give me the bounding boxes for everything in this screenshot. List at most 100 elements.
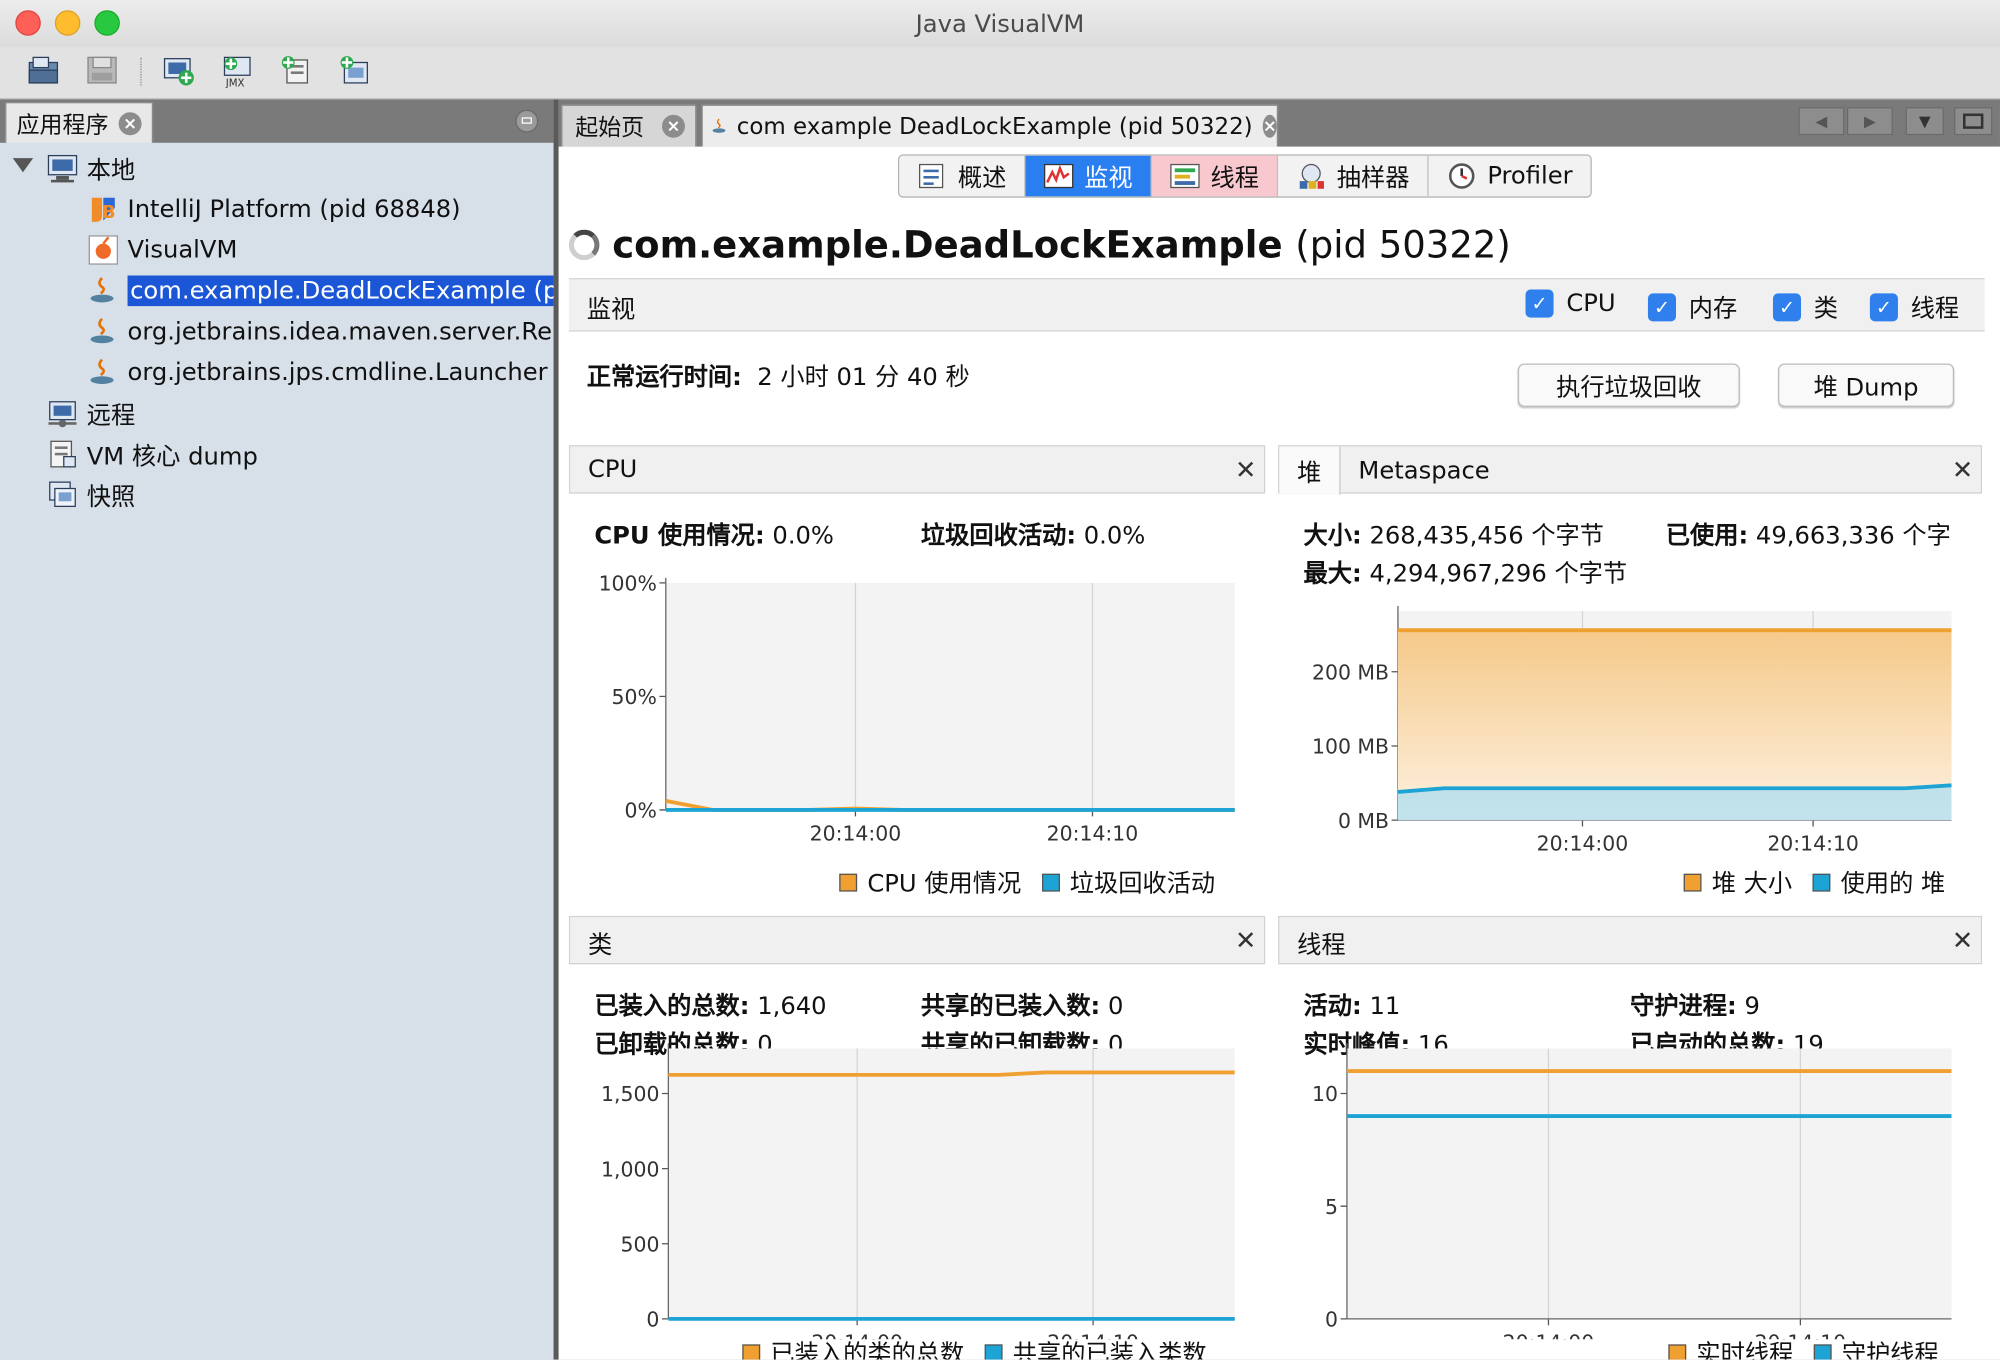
plot-background bbox=[668, 1048, 1235, 1319]
scroll-left-icon[interactable]: ◀ bbox=[1798, 107, 1845, 136]
add-snapshot-icon[interactable] bbox=[337, 52, 373, 88]
tab-metaspace[interactable]: Metaspace bbox=[1341, 446, 1508, 494]
tree-item-jps-launcher[interactable]: org.jetbrains.jps.cmdline.Launcher ( bbox=[87, 352, 554, 393]
maximize-icon[interactable] bbox=[1954, 107, 1993, 136]
cpu-checkbox[interactable]: ✓ CPU bbox=[1525, 289, 1616, 318]
chart-plot-area: 20:14:00 20:14:10 200 MB 100 MB 0 MB bbox=[1312, 605, 1952, 856]
threads-checkbox[interactable]: ✓ 线程 bbox=[1869, 290, 1960, 324]
shared-loaded-label: 共享的已装入数: bbox=[920, 992, 1101, 1021]
threads-checkbox-label: 线程 bbox=[1910, 294, 1960, 323]
monitor-icon bbox=[1044, 163, 1074, 189]
add-jmx-connection-icon[interactable]: JMX bbox=[219, 52, 255, 88]
tree-item-label: 本地 bbox=[86, 156, 136, 185]
tree-item-snapshots[interactable]: 快照 bbox=[46, 474, 135, 515]
subtab-threads[interactable]: 线程 bbox=[1151, 155, 1279, 197]
plot-background bbox=[1346, 1048, 1952, 1319]
heap-used-value: 49,663,336 个字 bbox=[1755, 521, 1951, 550]
applications-panel-header: 应用程序 × bbox=[0, 99, 554, 145]
tab-list-icon[interactable]: ▼ bbox=[1905, 107, 1944, 136]
close-icon[interactable]: ✕ bbox=[1952, 925, 1973, 956]
y-tick-label: 100 MB bbox=[1312, 735, 1389, 759]
add-remote-icon[interactable] bbox=[278, 52, 314, 88]
process-pid: (pid 50322) bbox=[1295, 223, 1511, 267]
heap-panel: 堆 Metaspace ✕ 大小: 268,435,456 个字节 已使用: 4… bbox=[1278, 445, 1983, 907]
open-icon[interactable] bbox=[26, 52, 62, 88]
tree-item-deadlock-example[interactable]: com.example.DeadLockExample (pi bbox=[87, 270, 554, 311]
heap-size-label: 大小: bbox=[1303, 521, 1362, 550]
threads-legend: 实时线程 守护线程 bbox=[1648, 1335, 1939, 1360]
chart-plot-area: 20:14:0020:14:101050 bbox=[1312, 1043, 1952, 1339]
tree-item-remote[interactable]: 远程 bbox=[46, 393, 135, 434]
tab-applications[interactable]: 应用程序 × bbox=[5, 102, 154, 145]
legend-item: 已装入的类的总数 bbox=[742, 1335, 964, 1360]
subtab-sampler[interactable]: 抽样器 bbox=[1278, 155, 1429, 197]
java-icon bbox=[90, 358, 114, 384]
tab-start-page[interactable]: 起始页 × bbox=[561, 104, 697, 147]
scroll-right-icon[interactable]: ▶ bbox=[1846, 107, 1893, 136]
x-tick-label: 20:14:00 bbox=[810, 822, 902, 846]
close-icon[interactable]: ✕ bbox=[1235, 925, 1256, 956]
add-jmx-icon[interactable] bbox=[161, 52, 197, 88]
cpu-legend: CPU 使用情况 垃圾回收活动 bbox=[819, 865, 1215, 899]
profiler-icon bbox=[1449, 163, 1475, 189]
subtab-monitor-label: 监视 bbox=[1084, 163, 1133, 192]
tree-item-label: org.jetbrains.jps.cmdline.Launcher ( bbox=[127, 358, 554, 387]
tree-item-label: 远程 bbox=[86, 401, 136, 430]
java-icon bbox=[90, 317, 114, 344]
minimize-panel-icon[interactable] bbox=[515, 109, 539, 133]
y-tick-label: 10 bbox=[1312, 1082, 1338, 1106]
close-icon[interactable]: × bbox=[118, 112, 142, 136]
minimize-window-button[interactable] bbox=[54, 10, 81, 36]
threads-live-value: 11 bbox=[1369, 992, 1401, 1021]
shared-loaded-text: 共享的已装入数: 0 bbox=[921, 987, 1123, 1021]
memory-checkbox-label: 内存 bbox=[1688, 294, 1738, 323]
uptime-value: 2 小时 01 分 40 秒 bbox=[757, 363, 970, 392]
classes-loaded-text: 已装入的总数: 1,640 bbox=[594, 987, 826, 1021]
tab-heap[interactable]: 堆 bbox=[1279, 446, 1341, 495]
checkmark-icon: ✓ bbox=[1772, 292, 1802, 321]
subtab-overview[interactable]: 概述 bbox=[899, 155, 1026, 197]
tree-item-label: VM 核心 dump bbox=[86, 441, 258, 471]
classes-legend: 已装入的类的总数 共享的已装入类数 bbox=[722, 1335, 1207, 1360]
gc-activity-label: 垃圾回收活动: bbox=[920, 521, 1077, 550]
loading-spinner-icon bbox=[568, 229, 600, 261]
tree-item-vm-coredump[interactable]: VM 核心 dump bbox=[46, 434, 258, 475]
tree-item-local[interactable]: 本地 bbox=[46, 148, 135, 189]
close-icon[interactable]: × bbox=[1262, 114, 1277, 138]
close-window-button[interactable] bbox=[15, 10, 41, 36]
tree-expand-arrow-icon[interactable] bbox=[12, 158, 34, 173]
applications-tree: 本地 B IntelliJ Platform (pid 68848) Visua… bbox=[0, 142, 554, 1360]
y-tick-label: 50% bbox=[612, 685, 657, 709]
tree-item-visualvm[interactable]: VisualVM bbox=[87, 230, 238, 271]
subtab-sampler-label: 抽样器 bbox=[1336, 163, 1410, 192]
legend-item: CPU 使用情况 bbox=[839, 865, 1021, 899]
x-tick-label: 20:14:10 bbox=[1767, 832, 1859, 856]
close-icon[interactable]: × bbox=[661, 114, 685, 138]
threads-panel-title: 线程 bbox=[1297, 931, 1346, 960]
tab-deadlock-example[interactable]: com example DeadLockExample (pid 50322) … bbox=[701, 104, 1279, 147]
close-icon[interactable]: ✕ bbox=[1952, 454, 1973, 485]
tree-item-maven-server[interactable]: org.jetbrains.idea.maven.server.Rer bbox=[87, 311, 554, 352]
visualvm-window: Java VisualVM JMX 应用程序 × 本地 B IntelliJ P… bbox=[0, 0, 2000, 1360]
close-icon[interactable]: ✕ bbox=[1235, 454, 1256, 485]
legend-item: 堆 大小 bbox=[1683, 865, 1793, 899]
cpu-usage-value: 0.0% bbox=[772, 521, 834, 550]
page-title: com.example.DeadLockExample (pid 50322) bbox=[568, 223, 1511, 267]
chart-plot-area: 20:14:0020:14:101,5001,0005000 bbox=[601, 1043, 1235, 1339]
heap-dump-button[interactable]: 堆 Dump bbox=[1778, 363, 1955, 407]
tree-item-intellij[interactable]: B IntelliJ Platform (pid 68848) bbox=[87, 189, 461, 230]
save-icon[interactable] bbox=[84, 52, 120, 88]
zoom-window-button[interactable] bbox=[94, 10, 120, 36]
legend-label: 堆 大小 bbox=[1711, 869, 1793, 898]
memory-checkbox[interactable]: ✓ 内存 bbox=[1647, 290, 1738, 324]
heap-size-value: 268,435,456 个字节 bbox=[1369, 521, 1605, 550]
classes-checkbox[interactable]: ✓ 类 bbox=[1772, 290, 1838, 324]
perform-gc-button[interactable]: 执行垃圾回收 bbox=[1517, 363, 1740, 407]
legend-item: 守护线程 bbox=[1813, 1335, 1939, 1360]
subtab-monitor[interactable]: 监视 bbox=[1025, 155, 1152, 197]
legend-label: 垃圾回收活动 bbox=[1069, 869, 1216, 898]
main-toolbar: JMX bbox=[0, 47, 2000, 100]
subtab-profiler[interactable]: Profiler bbox=[1429, 156, 1591, 197]
gc-activity-value: 0.0% bbox=[1083, 521, 1146, 550]
subtab-profiler-label: Profiler bbox=[1487, 161, 1573, 191]
